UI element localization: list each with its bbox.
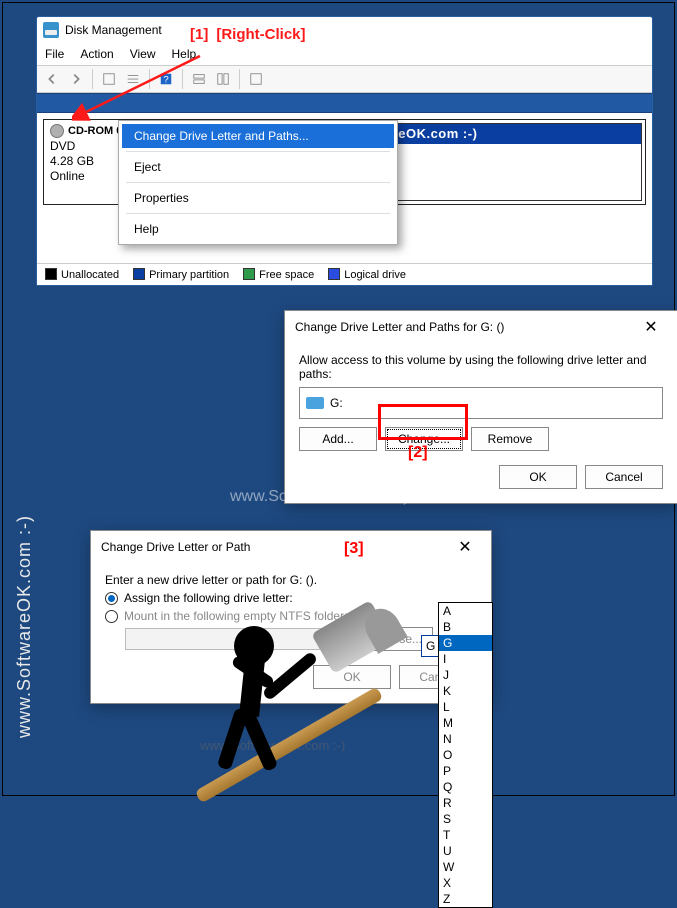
letter-option[interactable]: X xyxy=(439,875,492,891)
watermark-side: www.SoftwareOK.com :-) xyxy=(14,515,35,738)
letter-option[interactable]: A xyxy=(439,603,492,619)
dm-column-header xyxy=(37,93,652,113)
letter-option[interactable]: L xyxy=(439,699,492,715)
dm-titlebar: Disk Management xyxy=(37,17,652,43)
radio-mount-folder[interactable] xyxy=(105,610,118,623)
back-icon[interactable] xyxy=(41,68,63,90)
menu-view[interactable]: View xyxy=(130,47,156,61)
add-button[interactable]: Add... xyxy=(299,427,377,451)
help-icon[interactable]: ? xyxy=(155,68,177,90)
letter-option[interactable]: T xyxy=(439,827,492,843)
annotation-1: [1] [Right-Click] xyxy=(190,26,306,43)
legend-primary: Primary partition xyxy=(149,269,229,281)
letter-option[interactable]: B xyxy=(439,619,492,635)
remove-button[interactable]: Remove xyxy=(471,427,549,451)
letter-option[interactable]: W xyxy=(439,859,492,875)
path-list[interactable]: G: xyxy=(299,387,663,419)
change-paths-dialog: Change Drive Letter and Paths for G: () … xyxy=(284,310,677,504)
disk-name: CD-ROM 0 xyxy=(68,125,122,137)
letter-option[interactable]: S xyxy=(439,811,492,827)
dlg2-title: Change Drive Letter and Paths for G: () xyxy=(295,320,504,334)
letter-option[interactable]: G xyxy=(439,635,492,651)
mascot-figure xyxy=(190,608,410,788)
cdrom-icon xyxy=(50,124,64,138)
watermark-text: www.SoftwareOK.com :-) xyxy=(230,488,409,506)
ctx-change-letter[interactable]: Change Drive Letter and Paths... xyxy=(122,124,394,148)
ctx-properties[interactable]: Properties xyxy=(122,186,394,210)
letter-option[interactable]: Z xyxy=(439,891,492,907)
legend-free: Free space xyxy=(259,269,314,281)
letter-option[interactable]: J xyxy=(439,667,492,683)
close-button[interactable]: ✕ xyxy=(635,313,667,341)
legend-logical: Logical drive xyxy=(344,269,406,281)
annotation-3: [3] xyxy=(344,540,364,558)
path-entry: G: xyxy=(330,396,343,410)
ok-button[interactable]: OK xyxy=(499,465,577,489)
letter-option[interactable]: O xyxy=(439,747,492,763)
ctx-help[interactable]: Help xyxy=(122,217,394,241)
dlg3-desc: Enter a new drive letter or path for G: … xyxy=(105,573,477,587)
letter-option[interactable]: R xyxy=(439,795,492,811)
legend-unallocated: Unallocated xyxy=(61,269,119,281)
letter-option[interactable]: I xyxy=(439,651,492,667)
opt-assign-label: Assign the following drive letter: xyxy=(124,591,293,605)
view2-icon[interactable] xyxy=(212,68,234,90)
dm-legend: Unallocated Primary partition Free space… xyxy=(37,263,652,285)
context-menu: Change Drive Letter and Paths... Eject P… xyxy=(118,120,398,245)
cancel-button[interactable]: Cancel xyxy=(585,465,663,489)
dlg2-desc: Allow access to this volume by using the… xyxy=(299,353,663,381)
letter-option[interactable]: M xyxy=(439,715,492,731)
menu-file[interactable]: File xyxy=(45,47,64,61)
disk-management-icon xyxy=(43,22,59,38)
ctx-eject[interactable]: Eject xyxy=(122,155,394,179)
forward-icon[interactable] xyxy=(65,68,87,90)
close-button[interactable]: ✕ xyxy=(449,533,481,561)
view1-icon[interactable] xyxy=(188,68,210,90)
drive-icon xyxy=(306,397,324,409)
annotation-2: [2] xyxy=(408,444,428,462)
letter-option[interactable]: U xyxy=(439,843,492,859)
letter-option[interactable]: K xyxy=(439,683,492,699)
letter-option[interactable]: N xyxy=(439,731,492,747)
view3-icon[interactable] xyxy=(245,68,267,90)
dm-menu: File Action View Help xyxy=(37,43,652,65)
menu-help[interactable]: Help xyxy=(172,47,197,61)
svg-text:?: ? xyxy=(163,75,168,86)
dm-title: Disk Management xyxy=(65,23,162,37)
radio-assign-letter[interactable] xyxy=(105,592,118,605)
dm-toolbar: ? xyxy=(37,65,652,93)
drive-letter-list[interactable]: ABGIJKLMNOPQRSTUWXZ xyxy=(438,602,493,908)
refresh-icon[interactable] xyxy=(98,68,120,90)
combo-value: G xyxy=(426,639,435,653)
letter-option[interactable]: Q xyxy=(439,779,492,795)
list-icon[interactable] xyxy=(122,68,144,90)
menu-action[interactable]: Action xyxy=(80,47,113,61)
letter-option[interactable]: P xyxy=(439,763,492,779)
dlg3-title: Change Drive Letter or Path xyxy=(101,540,250,554)
